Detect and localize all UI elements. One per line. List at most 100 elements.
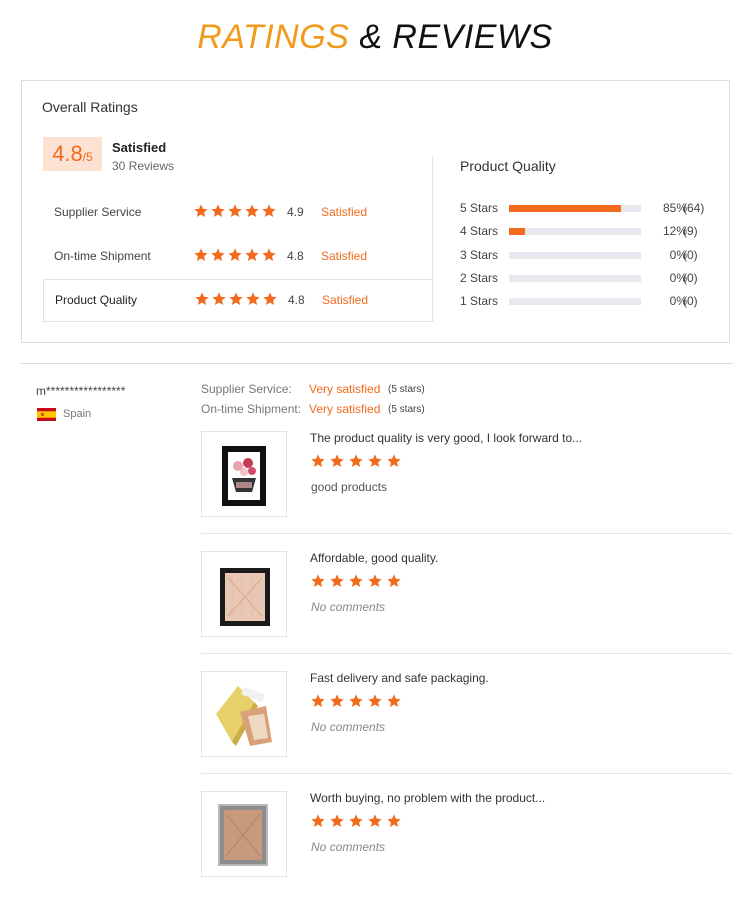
review-item: Worth buying, no problem with the produc… (201, 791, 733, 898)
distribution-count: (64) (683, 201, 705, 215)
star-icon (310, 693, 328, 711)
distribution-row-1-stars: 1 Stars 0% (0) (460, 293, 720, 309)
shipment-value: Very satisfied (309, 402, 381, 416)
distribution-percent: 0% (669, 271, 687, 285)
distribution-percent: 0% (669, 294, 687, 308)
distribution-row-4-stars: 4 Stars 12% (9) (460, 223, 720, 239)
star-icon (329, 453, 347, 471)
star-icon (194, 291, 210, 307)
review-divider (201, 533, 733, 534)
review-text: Worth buying, no problem with the produc… (310, 791, 546, 805)
star-icon (348, 693, 366, 711)
review-star-rating (310, 813, 405, 836)
rating-row-value: 4.9 (287, 205, 304, 219)
review-divider (201, 773, 733, 774)
distribution-count: (0) (683, 248, 698, 262)
panel-divider (432, 156, 433, 322)
review-text: Fast delivery and safe packaging. (310, 671, 489, 685)
review-text: The product quality is very good, I look… (310, 431, 583, 445)
distribution-row-5-stars: 5 Stars 85% (64) (460, 200, 720, 216)
star-icon (348, 573, 366, 591)
distribution-bar-track (509, 228, 641, 235)
review-text: Affordable, good quality. (310, 551, 439, 565)
star-icon (386, 693, 404, 711)
star-icon (310, 573, 328, 591)
distribution-bar-track (509, 252, 641, 259)
star-icon (210, 203, 226, 219)
rating-row-label: Supplier Service (54, 205, 142, 219)
product-quality-title: Product Quality (460, 158, 556, 174)
distribution-label: 5 Stars (460, 201, 499, 215)
overall-score-badge: 4.8/5 (43, 137, 102, 171)
distribution-label: 1 Stars (460, 294, 499, 308)
star-icon (348, 453, 366, 471)
product-thumbnail[interactable] (201, 431, 287, 517)
reviewer-supplier-service: Supplier Service: Very satisfied (5 star… (201, 382, 425, 396)
distribution-percent: 85% (662, 201, 687, 215)
star-icon (386, 573, 404, 591)
review-star-rating (310, 693, 405, 716)
distribution-row-3-stars: 3 Stars 0% (0) (460, 247, 720, 263)
star-icon (348, 813, 366, 831)
review-item: The product quality is very good, I look… (201, 431, 733, 551)
rating-row-supplier-service[interactable]: Supplier Service 4.9 Satisfied (43, 192, 434, 235)
review-star-rating (310, 453, 405, 476)
star-icon (367, 453, 385, 471)
product-thumbnail[interactable] (201, 671, 287, 757)
distribution-label: 2 Stars (460, 271, 499, 285)
star-icon (329, 573, 347, 591)
star-icon (227, 247, 243, 263)
star-icon (261, 247, 277, 263)
star-icon (386, 813, 404, 831)
rating-row-label: On-time Shipment (54, 249, 151, 263)
product-thumbnail[interactable] (201, 551, 287, 637)
overall-satisfaction: Satisfied (112, 140, 167, 155)
rating-row-word: Satisfied (321, 205, 368, 219)
review-divider (201, 653, 733, 654)
star-icon (228, 291, 244, 307)
star-icon (261, 203, 277, 219)
rating-row-on-time-shipment[interactable]: On-time Shipment 4.8 Satisfied (43, 236, 434, 279)
review-comment: No comments (311, 840, 386, 854)
overall-score-max: /5 (82, 150, 93, 164)
shipment-label: On-time Shipment: (201, 402, 302, 416)
supplier-service-value: Very satisfied (309, 382, 381, 396)
reviewer-name: m***************** (36, 384, 126, 398)
star-icon (310, 453, 328, 471)
section-divider (21, 363, 733, 364)
review-comment: No comments (311, 600, 386, 614)
star-rating (194, 291, 279, 312)
section-heading: RATINGS & REVIEWS (0, 18, 750, 57)
review-item: Affordable, good quality. No comments (201, 551, 733, 671)
star-icon (386, 453, 404, 471)
star-icon (310, 813, 328, 831)
supplier-service-note: (5 stars) (388, 384, 425, 395)
spain-flag-icon (37, 408, 56, 421)
star-icon (262, 291, 278, 307)
rating-row-value: 4.8 (288, 293, 305, 307)
rating-row-label: Product Quality (55, 293, 138, 307)
review-comment: No comments (311, 720, 386, 734)
review-item: Fast delivery and safe packaging. No com… (201, 671, 733, 791)
reviewer-country: Spain (63, 408, 92, 420)
heading-reviews: & REVIEWS (359, 18, 553, 56)
star-icon (367, 573, 385, 591)
rating-row-product-quality[interactable]: Product Quality 4.8 Satisfied (43, 279, 434, 322)
distribution-count: (0) (683, 271, 698, 285)
reviewer-on-time-shipment: On-time Shipment: Very satisfied (5 star… (201, 402, 425, 416)
supplier-service-label: Supplier Service: (201, 382, 292, 396)
distribution-bar-track (509, 275, 641, 282)
overall-ratings-title: Overall Ratings (42, 99, 138, 115)
rating-row-word: Satisfied (321, 249, 368, 263)
product-thumbnail[interactable] (201, 791, 287, 877)
star-icon (367, 693, 385, 711)
distribution-bar-track (509, 205, 641, 212)
star-icon (244, 203, 260, 219)
reviews-count: 30 Reviews (112, 159, 175, 173)
rating-row-word: Satisfied (322, 293, 369, 307)
star-rating (193, 247, 278, 268)
overall-score: 4.8 (52, 141, 83, 166)
star-icon (193, 247, 209, 263)
star-rating (193, 203, 278, 224)
distribution-count: (9) (683, 224, 698, 238)
